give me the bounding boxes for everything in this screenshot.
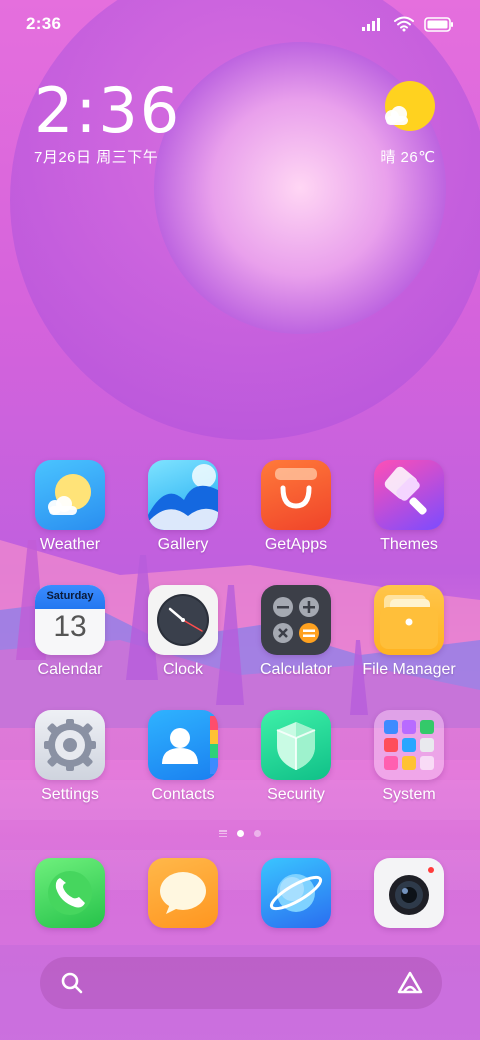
camera-icon — [374, 858, 444, 928]
app-label: GetApps — [264, 536, 328, 553]
page-indicator[interactable] — [0, 830, 480, 837]
clock-widget-time: 2:36 — [34, 74, 182, 147]
browser-icon — [261, 858, 331, 928]
contacts-app-icon — [148, 710, 218, 780]
battery-icon — [424, 16, 453, 32]
calendar-date: 13 — [53, 610, 87, 643]
app-label: System — [382, 786, 436, 803]
status-time: 2:36 — [26, 14, 62, 33]
minus-one-screen-indicator — [219, 830, 227, 837]
app-getapps[interactable]: GetApps — [241, 460, 351, 554]
dock-camera[interactable] — [354, 858, 464, 928]
search-icon[interactable] — [60, 971, 84, 995]
folder-system[interactable]: System — [354, 710, 464, 804]
security-app-icon — [261, 710, 331, 780]
getapps-app-icon — [261, 460, 331, 530]
app-weather[interactable]: Weather — [15, 460, 125, 554]
status-bar: 2:36 — [0, 0, 480, 50]
app-contacts[interactable]: Contacts — [128, 710, 238, 804]
calendar-app-icon: Saturday 13 — [35, 585, 105, 655]
app-label: Themes — [380, 536, 438, 553]
status-icons — [362, 16, 454, 32]
calculator-app-icon — [261, 585, 331, 655]
weather-app-icon — [35, 460, 105, 530]
gallery-app-icon — [148, 460, 218, 530]
calendar-day: Saturday — [46, 590, 94, 602]
wifi-icon — [394, 16, 414, 32]
app-gallery[interactable]: Gallery — [128, 460, 238, 554]
themes-app-icon — [374, 460, 444, 530]
settings-app-icon — [35, 710, 105, 780]
dock-browser[interactable] — [241, 858, 351, 928]
app-label: Contacts — [151, 786, 215, 803]
app-clock[interactable]: Clock — [128, 585, 238, 679]
app-calculator[interactable]: Calculator — [241, 585, 351, 679]
app-security[interactable]: Security — [241, 710, 351, 804]
search-bar[interactable] — [40, 957, 442, 1009]
app-settings[interactable]: Settings — [15, 710, 125, 804]
app-label: Settings — [41, 786, 99, 803]
app-label: Gallery — [157, 536, 209, 553]
messages-icon — [148, 858, 218, 928]
weather-text: 晴 26℃ — [380, 149, 436, 166]
dock-messages[interactable] — [128, 858, 238, 928]
signal-icon — [362, 18, 380, 31]
app-label: Calculator — [259, 661, 333, 678]
assistant-icon[interactable] — [396, 970, 424, 996]
app-label: Clock — [162, 661, 203, 678]
app-label: File Manager — [362, 661, 456, 678]
dock-phone[interactable] — [15, 858, 125, 928]
system-folder-icon — [374, 710, 444, 780]
file-manager-app-icon — [374, 585, 444, 655]
page-dot — [254, 830, 261, 837]
app-calendar[interactable]: Saturday 13 Calendar — [15, 585, 125, 679]
clock-app-icon — [148, 585, 218, 655]
phone-icon — [35, 858, 105, 928]
clock-widget[interactable]: 2:36 7月26日 周三下午 — [34, 78, 181, 167]
app-label: Weather — [39, 536, 101, 553]
clock-widget-date: 7月26日 周三下午 — [34, 149, 159, 166]
app-file-manager[interactable]: File Manager — [354, 585, 464, 679]
page-dot-active — [237, 830, 244, 837]
sunny-weather-icon — [385, 81, 435, 131]
app-label: Calendar — [37, 661, 103, 678]
app-label: Security — [267, 786, 325, 803]
app-themes[interactable]: Themes — [354, 460, 464, 554]
weather-widget[interactable]: 晴 26℃ — [368, 80, 448, 167]
